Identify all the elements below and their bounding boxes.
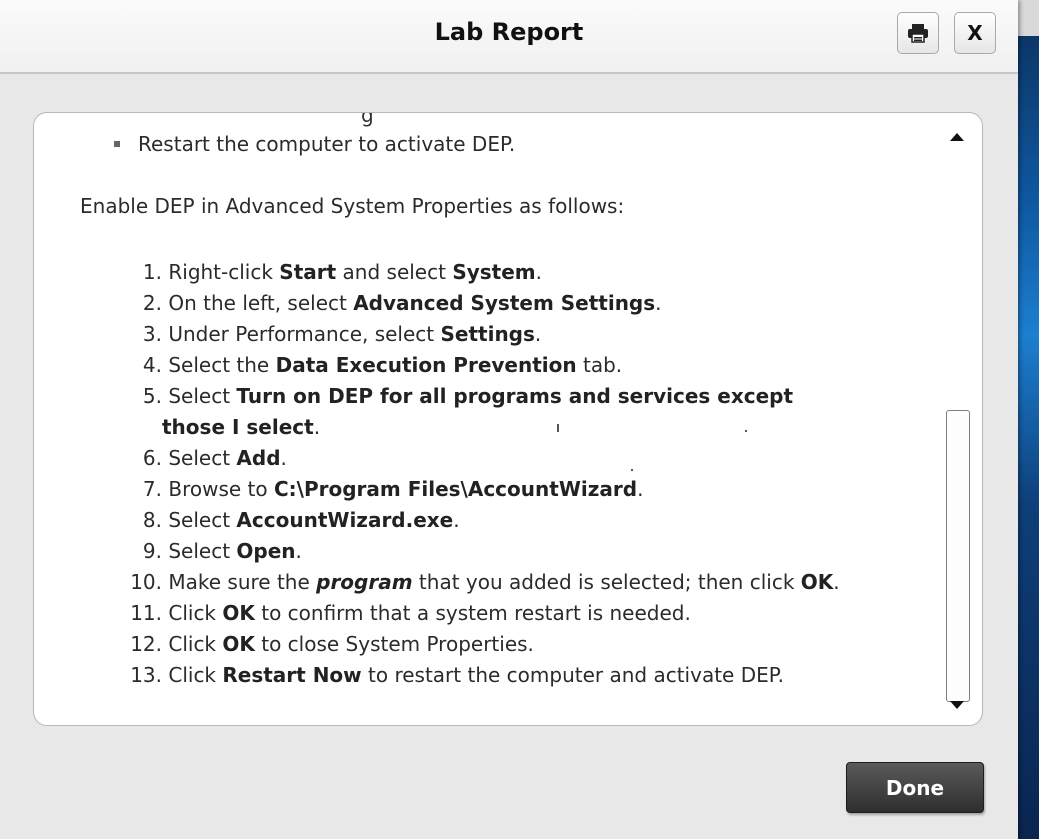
bullet-text: Restart the computer to activate DEP. (138, 132, 516, 156)
step-text: Select the Data Execution Prevention tab… (168, 353, 623, 377)
dialog-titlebar: Lab Report X (0, 0, 1018, 74)
scrollbar-thumb[interactable] (946, 410, 970, 702)
step-number: 6. (142, 446, 162, 470)
step-number: 4. (142, 353, 162, 377)
step-text: Make sure the program that you added is … (168, 570, 840, 594)
step-5: 5. Select Turn on DEP for all programs a… (114, 381, 874, 443)
intro-paragraph: Enable DEP in Advanced System Properties… (80, 194, 625, 218)
step-8: 8. Select AccountWizard.exe. (114, 505, 874, 536)
artifact-mark (557, 424, 559, 432)
bullet-marker (114, 141, 120, 147)
close-button[interactable]: X (954, 12, 996, 54)
step-number: 5. (142, 384, 162, 408)
step-12: 12. Click OK to close System Properties. (114, 629, 874, 660)
step-4: 4. Select the Data Execution Prevention … (114, 350, 874, 381)
desktop-background (1018, 0, 1039, 839)
step-13: 13. Click Restart Now to restart the com… (114, 660, 874, 691)
step-11: 11. Click OK to confirm that a system re… (114, 598, 874, 629)
steps-list: 1. Right-click Start and select System. … (114, 257, 874, 691)
list-item: Restart the computer to activate DEP. (114, 132, 515, 156)
step-number: 7. (142, 477, 162, 501)
dialog-title: Lab Report (434, 18, 584, 46)
step-number: 10. (130, 570, 162, 594)
step-number: 2. (142, 291, 162, 315)
step-number: 12. (130, 632, 162, 656)
step-number: 1. (142, 260, 162, 284)
report-text: g Restart the computer to activate DEP. … (34, 113, 939, 725)
desktop-top-strip (1018, 0, 1039, 36)
step-7: 7. Browse to C:\Program Files\AccountWiz… (114, 474, 874, 505)
step-text: On the left, select Advanced System Sett… (168, 291, 662, 315)
step-text: Click OK to close System Properties. (168, 632, 534, 656)
printer-icon (908, 24, 928, 43)
report-content-panel[interactable]: g Restart the computer to activate DEP. … (33, 112, 983, 726)
artifact-mark (631, 469, 633, 471)
step-number: 3. (142, 322, 162, 346)
step-number: 9. (142, 539, 162, 563)
step-text: Select AccountWizard.exe. (168, 508, 460, 532)
scroll-up-icon[interactable] (950, 133, 964, 141)
scroll-down-icon[interactable] (950, 701, 964, 709)
step-2: 2. On the left, select Advanced System S… (114, 288, 874, 319)
step-number: 11. (130, 601, 162, 625)
step-text: Click OK to confirm that a system restar… (168, 601, 691, 625)
step-text: Select Add. (168, 446, 287, 470)
lab-report-dialog: Lab Report X g Restart the computer to a… (0, 0, 1018, 839)
step-text: Under Performance, select Settings. (168, 322, 542, 346)
step-text: Right-click Start and select System. (168, 260, 542, 284)
step-10: 10. Make sure the program that you added… (114, 567, 874, 598)
step-1: 1. Right-click Start and select System. (114, 257, 874, 288)
step-text: Browse to C:\Program Files\AccountWizard… (168, 477, 644, 501)
step-text: Click Restart Now to restart the compute… (168, 663, 785, 687)
step-number: 13. (130, 663, 162, 687)
artifact-mark (745, 430, 747, 432)
step-3: 3. Under Performance, select Settings. (114, 319, 874, 350)
step-9: 9. Select Open. (114, 536, 874, 567)
vertical-scrollbar[interactable] (945, 123, 971, 717)
print-button[interactable] (897, 12, 939, 54)
step-text: Select Turn on DEP for all programs and … (162, 384, 794, 439)
step-number: 8. (142, 508, 162, 532)
step-6: 6. Select Add. (114, 443, 874, 474)
step-text: Select Open. (168, 539, 302, 563)
partial-line-text: g (361, 113, 374, 127)
done-button[interactable]: Done (846, 762, 984, 813)
